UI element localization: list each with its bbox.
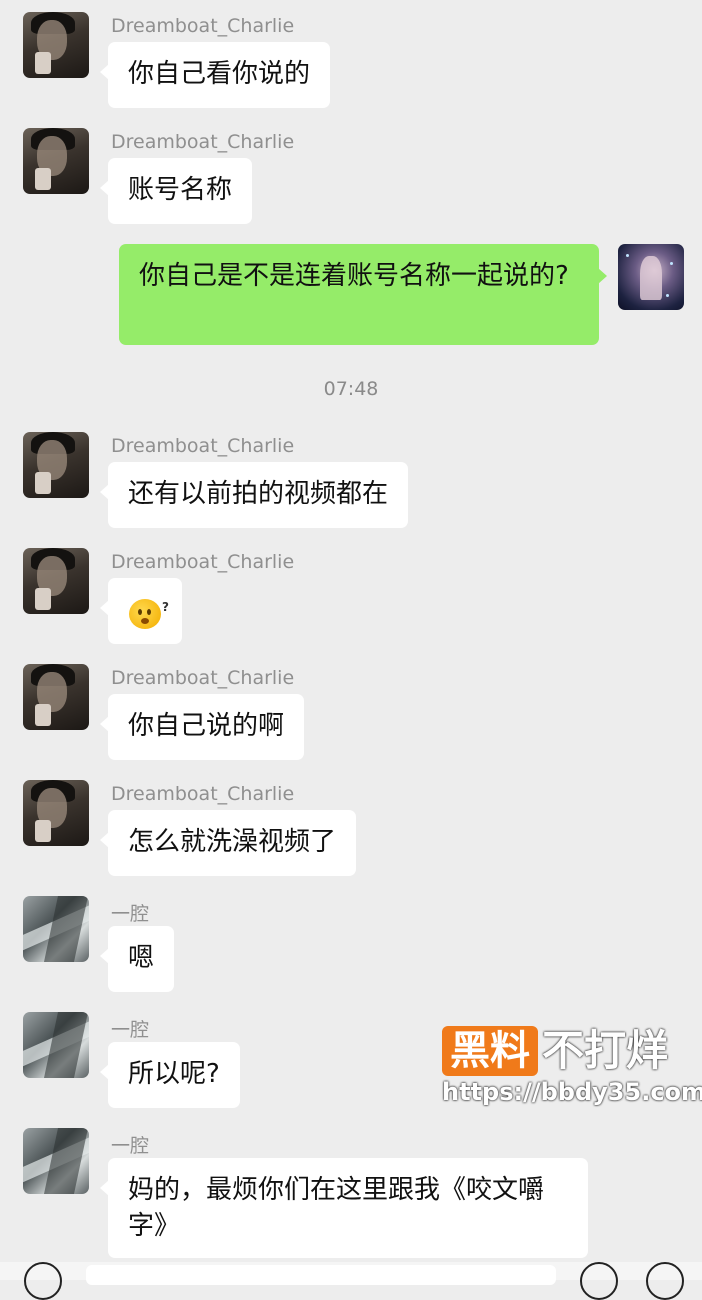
sender-name: Dreamboat_Charlie [111,15,295,37]
avatar[interactable] [23,1128,89,1194]
message-bubble[interactable]: 所以呢? [100,1042,240,1108]
avatar[interactable] [23,780,89,846]
timestamp: 07:48 [323,378,379,400]
plus-icon[interactable] [646,1262,684,1300]
sender-name: 一腔 [111,1135,150,1157]
emoji-icon[interactable] [580,1262,618,1300]
sender-name: Dreamboat_Charlie [111,667,295,689]
avatar[interactable] [618,244,684,310]
sender-name: Dreamboat_Charlie [111,131,295,153]
watermark-badge: 黑料 [442,1026,538,1076]
message-input[interactable] [86,1265,556,1285]
message-bubble[interactable]: 账号名称 [99,158,253,224]
avatar[interactable] [23,896,89,962]
sender-name: Dreamboat_Charlie [111,551,295,573]
watermark: 黑料 不打烊 https://bbdy35.com [442,1026,702,1106]
avatar[interactable] [23,12,89,78]
message-bubble[interactable]: 你自己说的啊 [99,694,305,760]
message-bubble[interactable]: 怎么就洗澡视频了 [99,810,357,876]
watermark-text: 不打烊 [542,1026,669,1075]
message-bubble[interactable]: 你自己是不是连着账号名称一起说的? [119,244,607,345]
avatar[interactable] [23,1012,89,1078]
sender-name: 一腔 [111,903,150,925]
message-bubble[interactable]: 嗯 [99,926,175,992]
message-bubble[interactable]: ? [100,578,182,644]
avatar[interactable] [23,548,89,614]
message-bubble[interactable]: 妈的，最烦你们在这里跟我《咬文嚼字》 [100,1158,588,1258]
avatar[interactable] [23,128,89,194]
message-bubble[interactable]: 你自己看你说的 [99,42,331,108]
input-bar [0,1262,702,1300]
voice-icon[interactable] [24,1262,62,1300]
sender-name: 一腔 [111,1019,150,1041]
sender-name: Dreamboat_Charlie [111,435,295,457]
message-bubble[interactable]: 还有以前拍的视频都在 [99,462,409,528]
avatar[interactable] [23,664,89,730]
watermark-url: https://bbdy35.com [442,1078,702,1106]
confused-emoji-icon: ? [129,598,169,629]
avatar[interactable] [23,432,89,498]
sender-name: Dreamboat_Charlie [111,783,295,805]
